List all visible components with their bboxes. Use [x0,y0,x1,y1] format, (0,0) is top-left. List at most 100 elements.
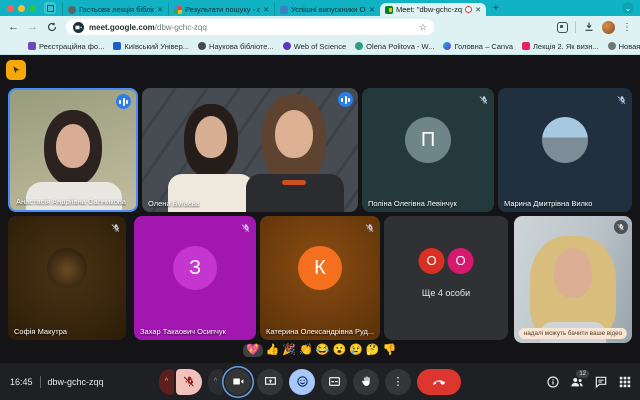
mic-off-icon [365,220,375,230]
avatar [542,117,588,163]
tile-sofiia[interactable]: Софія Макутра [8,216,126,340]
mic-button-muted[interactable] [176,369,202,395]
mic-off-icon [111,220,121,230]
tile-polina[interactable]: П Поліна Олегівна Левінчук [362,88,494,212]
forward-button[interactable]: → [27,22,38,33]
bookmark-science-library[interactable]: Наукова бібліоте... [198,42,274,51]
reaction-thumbs-down[interactable]: 👎 [383,345,397,356]
bookmark-new-tab[interactable]: Новая вкладка [608,42,640,51]
new-tab-button[interactable]: + [486,3,506,16]
reaction-cry[interactable]: 😢 [349,345,363,356]
forms-icon [28,42,36,50]
back-button[interactable]: ← [8,22,19,33]
meeting-info: 16:45 dbw-gchc-zqq [10,363,104,400]
audio-speaking-icon [338,92,353,107]
reload-button[interactable] [46,21,58,33]
end-call-button[interactable] [417,369,461,395]
bookmark-label: Реєстраційна фо... [39,42,104,51]
page-favicon [68,6,76,14]
necklace [282,180,306,185]
tile-more-people[interactable]: О О Ще 4 особи [384,216,508,340]
google-favicon [174,6,182,14]
close-icon[interactable]: ✕ [475,6,481,14]
tab-search-icon[interactable] [557,22,568,33]
avatar-initial: К [298,246,342,290]
tile-zakhar[interactable]: З Захар Такаович Осипчук [134,216,256,340]
overflow-avatars: О О [419,248,474,274]
mic-off-icon [241,220,251,230]
close-window-button[interactable] [7,5,14,12]
video-tile-anastasiia[interactable]: Анастасія Андріївна Салникова [8,88,138,212]
call-controls: ^ ^ ⋮ [159,363,461,400]
canva-icon [443,42,451,50]
tab-title: Успішні випускники ОП "Інф [291,5,366,14]
camera-options-chevron[interactable]: ^ [208,369,223,395]
downloads-button[interactable] [583,21,595,33]
address-bar[interactable]: meet.google.com/dbw-gchc-zqq ☆ [66,19,434,35]
avatar-initial: О [448,248,474,274]
participants-button[interactable]: 12 [570,375,584,389]
reaction-party[interactable]: 🎉 [282,345,296,356]
panel-buttons: 12 [546,363,632,400]
activities-button[interactable] [618,375,632,389]
minimize-window-button[interactable] [18,5,25,12]
participant-name: Катерина Олександрівна Руд... [266,327,374,336]
tile-maryna[interactable]: Марина Дмитрівна Вилко [498,88,632,212]
bookmark-kyiv-university[interactable]: Київський Універ... [113,42,189,51]
chat-button[interactable] [594,375,608,389]
more-options-button[interactable]: ⋮ [385,369,411,395]
browser-menu-button[interactable]: ⋮ [622,22,632,33]
reaction-clap[interactable]: 👏 [299,345,313,356]
extension-pointer-badge[interactable] [6,60,26,80]
reaction-laugh[interactable]: 😂 [316,345,330,356]
more-people-label: Ще 4 особи [384,288,508,298]
tab-lecture[interactable]: Гостьова лекція бібліотекар ✕ [62,3,168,16]
close-icon[interactable]: ✕ [157,6,163,14]
participant-name: Захар Такаович Осипчук [140,327,226,336]
chevron-down-icon[interactable]: ⌄ [622,2,634,14]
mic-options-chevron[interactable]: ^ [159,369,174,395]
bookmark-registration-form[interactable]: Реєстраційна фо... [28,42,104,51]
tab-search-results[interactable]: Результати пошуку - o.polit ✕ [168,3,274,16]
maximize-window-button[interactable] [29,5,36,12]
window-controls [0,0,42,16]
bookmark-web-of-science[interactable]: Web of Science [283,42,346,51]
close-icon[interactable]: ✕ [263,6,269,14]
toolbar-right: ⋮ [557,21,632,34]
meet-favicon [385,6,393,14]
video-visibility-toast: надалі можуть бачити ваше відео [519,328,627,339]
mic-off-icon [479,92,489,102]
tab-meet-active[interactable]: Meet: "dbw-gchc-zqq" ✕ [380,3,486,16]
bookmark-olena-politova[interactable]: Olena Politova - W... [355,42,434,51]
tab-overview-button[interactable] [44,2,56,14]
meeting-details-button[interactable] [546,375,560,389]
browser-toolbar: ← → meet.google.com/dbw-gchc-zqq ☆ ⋮ [0,16,640,38]
bookmark-lecture-2[interactable]: Лекція 2. Як визн... [522,42,599,51]
raise-hand-button[interactable] [353,369,379,395]
present-button[interactable] [257,369,283,395]
close-icon[interactable]: ✕ [369,6,375,14]
apps-grid-icon[interactable] [8,42,10,51]
video-tile-olena[interactable]: Олена Бугаєва [142,88,358,212]
captions-button[interactable] [321,369,347,395]
tab-title: Meet: "dbw-gchc-zqq" [396,5,462,14]
bookmark-label: Web of Science [294,42,346,51]
browser-window: Гостьова лекція бібліотекар ✕ Результати… [0,0,640,400]
tab-graduates[interactable]: Успішні випускники ОП "Інф ✕ [274,3,380,16]
tile-kateryna[interactable]: К Катерина Олександрівна Руд... [260,216,380,340]
bookmark-star-icon[interactable]: ☆ [419,22,427,33]
participant-name: Марина Дмитрівна Вилко [504,199,592,208]
self-view-tile[interactable]: надалі можуть бачити ваше відео [514,216,632,343]
participant-name: Олена Бугаєва [148,199,200,208]
bookmark-canva[interactable]: Головна – Canva [443,42,513,51]
reactions-button[interactable] [289,369,315,395]
reaction-thumbs-up[interactable]: 👍 [266,345,280,356]
divider [40,376,41,388]
camera-in-use-icon[interactable] [73,22,84,33]
reaction-heart[interactable]: 💖 [243,344,263,357]
reaction-surprised[interactable]: 😮 [333,345,347,356]
camera-button[interactable] [225,369,251,395]
avatar-initial: З [173,246,217,290]
reaction-thinking[interactable]: 🤔 [366,345,380,356]
profile-avatar[interactable] [602,21,615,34]
